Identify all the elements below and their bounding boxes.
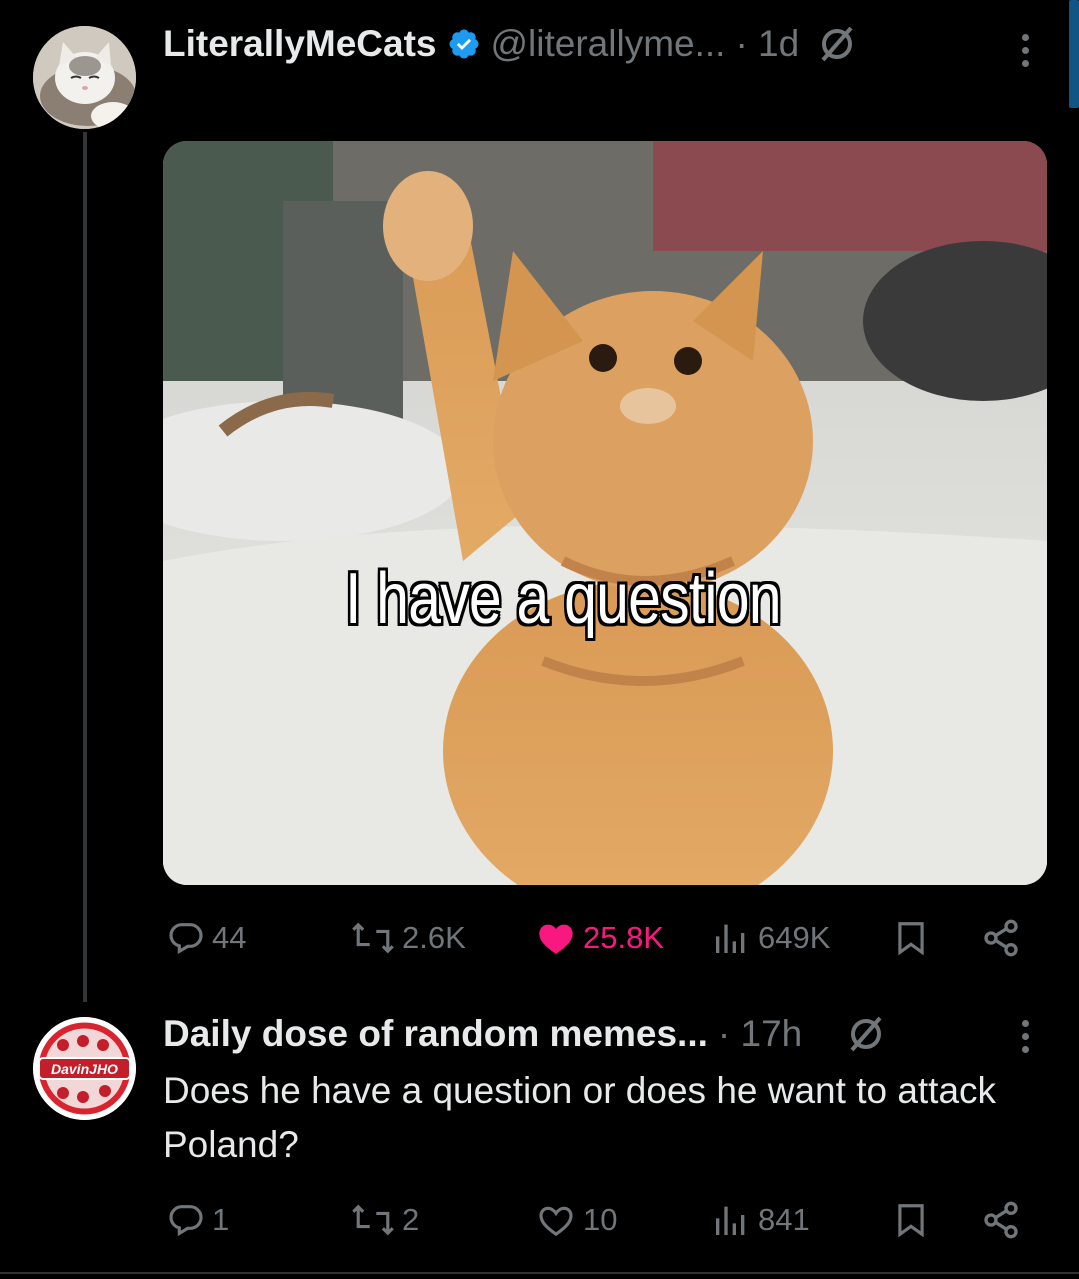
share-button[interactable]: [980, 1200, 1022, 1240]
cat-avatar-icon: [33, 26, 136, 129]
avatar-label: DavinJHO: [51, 1061, 118, 1077]
handle[interactable]: @literallyme...: [491, 22, 726, 66]
views-button[interactable]: 649K: [710, 918, 830, 958]
repost-icon: [352, 1204, 394, 1236]
bookmark-button[interactable]: [892, 1200, 930, 1240]
share-icon: [984, 919, 1018, 957]
like-button[interactable]: 10: [535, 1200, 617, 1240]
timestamp[interactable]: · 1d: [735, 22, 799, 66]
reply-count: 1: [212, 1202, 230, 1237]
reply-button[interactable]: 44: [166, 918, 246, 958]
repost-count: 2: [402, 1202, 420, 1237]
like-count: 25.8K: [583, 920, 665, 955]
post-media[interactable]: I have a question: [163, 141, 1047, 885]
views-count: 649K: [758, 920, 831, 955]
divider: [0, 1272, 1079, 1274]
reply-icon: [169, 1205, 203, 1237]
timestamp[interactable]: · 17h: [718, 1012, 802, 1056]
heart-filled-icon: [539, 924, 573, 954]
reply-button[interactable]: 1: [166, 1200, 229, 1240]
grok-icon[interactable]: [846, 1014, 886, 1054]
thread-line: [83, 132, 87, 1002]
repost-button[interactable]: 2.6K: [350, 918, 466, 958]
display-name[interactable]: LiterallyMeCats: [163, 22, 437, 66]
post-text: Does he have a question or does he want …: [163, 1070, 997, 1165]
post-header: LiterallyMeCats @literallyme... · 1d: [163, 22, 857, 66]
post-header: Daily dose of random memes... · 17h: [163, 1012, 886, 1056]
share-button[interactable]: [980, 918, 1022, 958]
verified-badge-icon: [447, 27, 481, 61]
bookmark-icon: [898, 1204, 924, 1238]
like-count: 10: [583, 1202, 618, 1237]
heart-icon: [539, 1206, 573, 1237]
avatar[interactable]: [33, 26, 136, 129]
bookmark-icon: [898, 922, 924, 956]
repost-button[interactable]: 2: [350, 1200, 419, 1240]
more-options-icon[interactable]: [1018, 1020, 1032, 1053]
grok-icon[interactable]: [817, 24, 857, 64]
views-count: 841: [758, 1202, 810, 1237]
like-button[interactable]: 25.8K: [535, 918, 664, 958]
views-icon: [716, 1206, 745, 1235]
cat-image: [163, 141, 1047, 885]
avatar[interactable]: DavinJHO: [33, 1017, 136, 1120]
views-icon: [716, 924, 745, 953]
display-name[interactable]: Daily dose of random memes...: [163, 1012, 708, 1056]
views-button[interactable]: 841: [710, 1200, 810, 1240]
media-caption: I have a question: [345, 559, 782, 639]
more-options-icon[interactable]: [1018, 34, 1032, 67]
share-icon: [984, 1201, 1018, 1239]
reply-count: 44: [212, 920, 247, 955]
reply-icon: [169, 923, 203, 955]
bookmark-button[interactable]: [892, 918, 930, 958]
repost-icon: [352, 922, 394, 954]
scrollbar[interactable]: [1069, 0, 1079, 108]
repost-count: 2.6K: [402, 920, 466, 955]
